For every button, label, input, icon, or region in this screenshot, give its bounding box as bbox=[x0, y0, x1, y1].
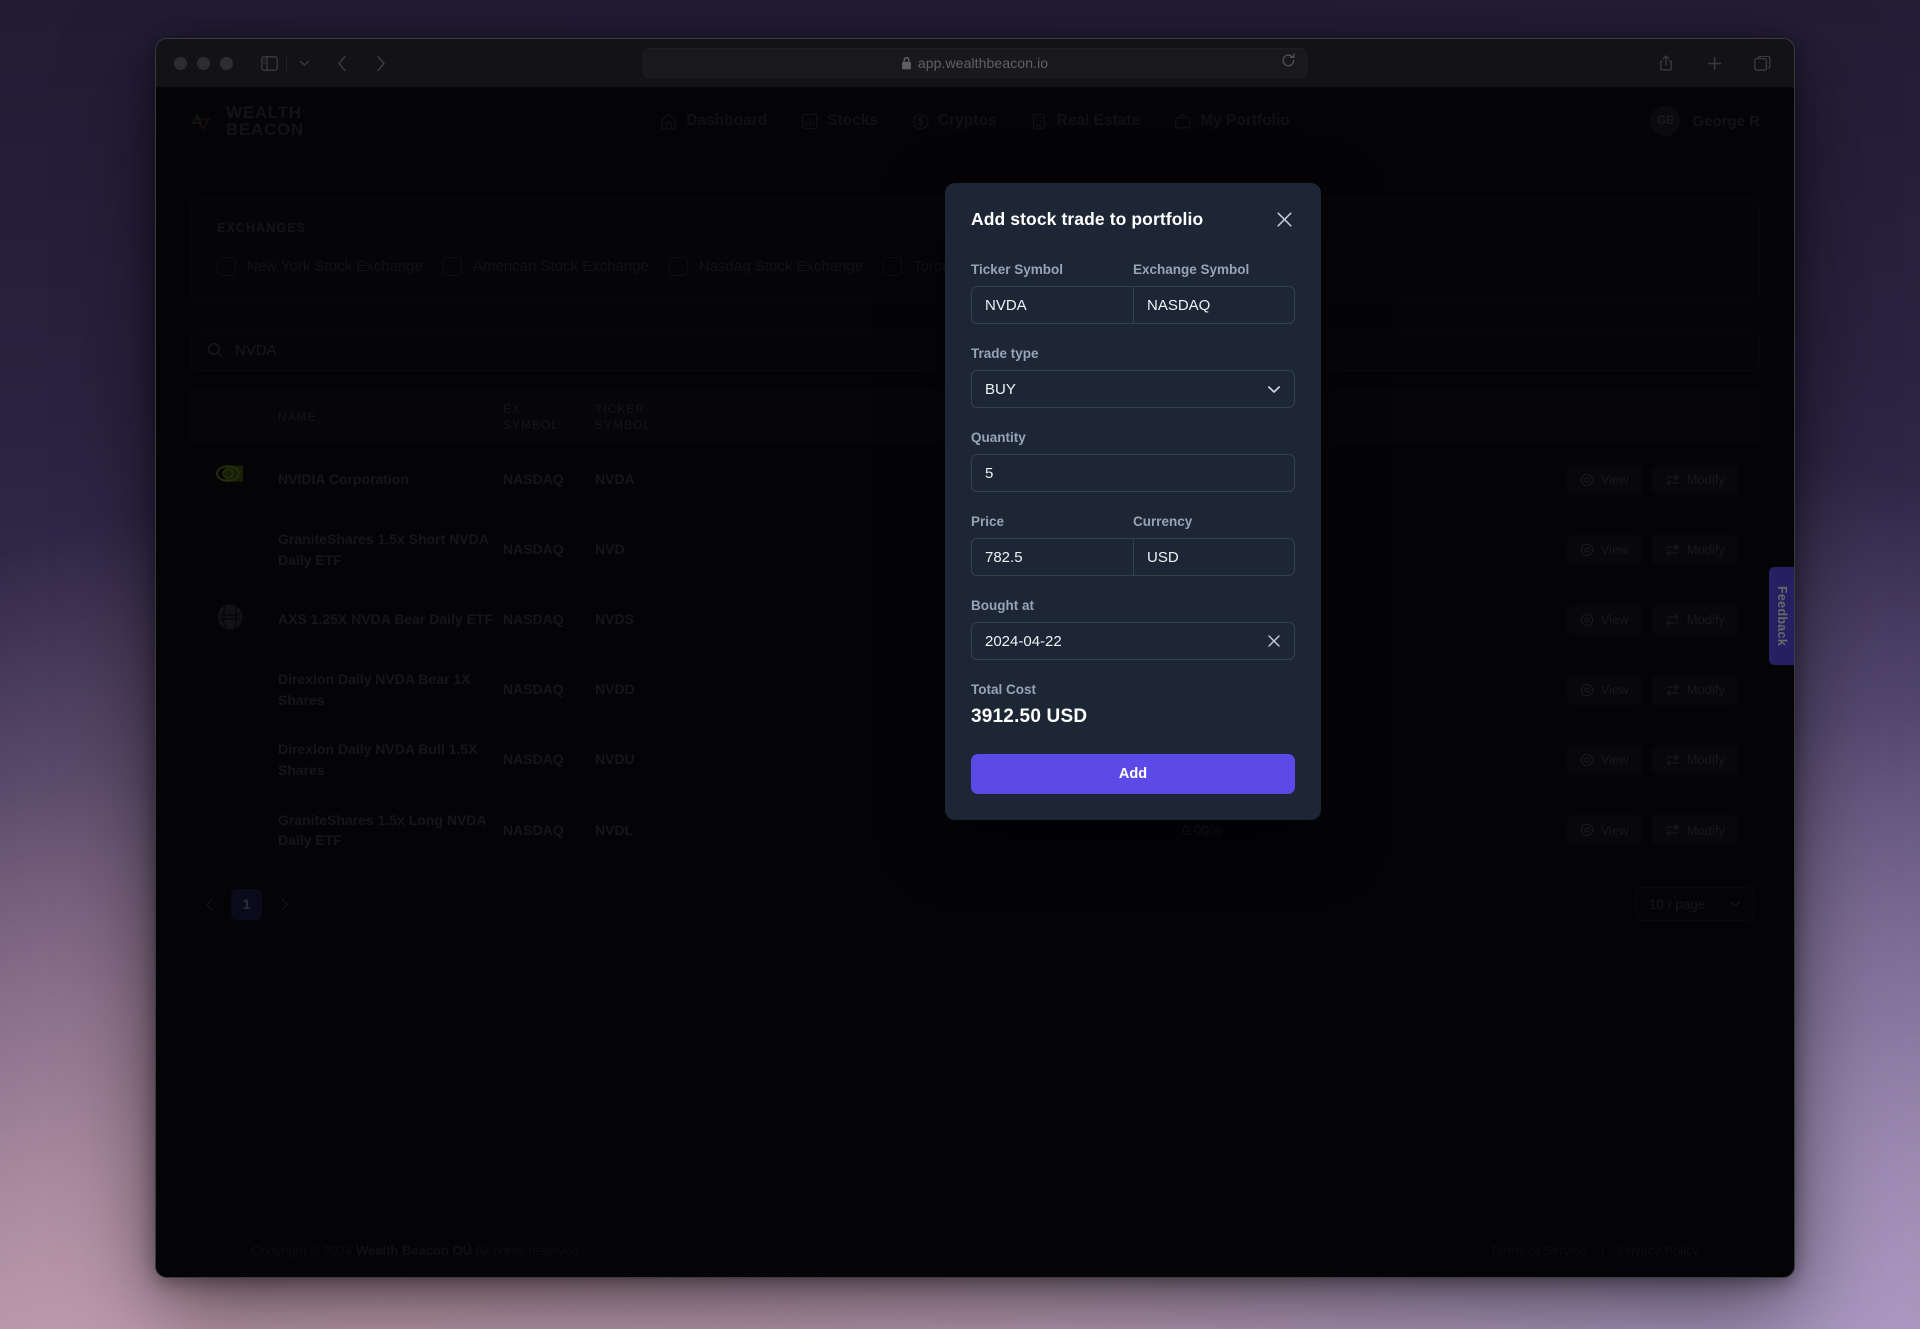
chevron-down-icon bbox=[1267, 385, 1281, 394]
ticker-exchange-inputs: NVDA NASDAQ bbox=[971, 286, 1295, 324]
ticker-exchange-labels: Ticker Symbol Exchange Symbol bbox=[971, 262, 1295, 286]
quantity-group: Quantity 5 bbox=[971, 430, 1295, 492]
price-input[interactable]: 782.5 bbox=[971, 538, 1133, 576]
ticker-exchange-group: Ticker Symbol Exchange Symbol NVDA NASDA… bbox=[971, 262, 1295, 324]
exchange-symbol-input[interactable]: NASDAQ bbox=[1133, 286, 1295, 324]
trade-type-group: Trade type BUY bbox=[971, 346, 1295, 408]
trade-type-label: Trade type bbox=[971, 346, 1039, 361]
add-stock-trade-modal: Add stock trade to portfolio Ticker Symb… bbox=[945, 183, 1321, 820]
add-button[interactable]: Add bbox=[971, 754, 1295, 794]
modal-title: Add stock trade to portfolio bbox=[971, 209, 1204, 229]
ticker-symbol-label: Ticker Symbol bbox=[971, 262, 1064, 277]
currency-label: Currency bbox=[1133, 514, 1193, 529]
trade-type-select[interactable]: BUY bbox=[971, 370, 1295, 408]
exchange-symbol-label: Exchange Symbol bbox=[1133, 262, 1250, 277]
price-currency-labels: Price Currency bbox=[971, 514, 1295, 538]
bought-at-label: Bought at bbox=[971, 598, 1034, 613]
total-cost-value: 3912.50 USD bbox=[971, 706, 1088, 727]
quantity-label: Quantity bbox=[971, 430, 1026, 445]
trade-type-value: BUY bbox=[985, 380, 1016, 398]
total-cost-group: Total Cost 3912.50 USD bbox=[971, 682, 1295, 728]
modal-header: Add stock trade to portfolio bbox=[971, 209, 1295, 230]
price-currency-inputs: 782.5 USD bbox=[971, 538, 1295, 576]
currency-input[interactable]: USD bbox=[1133, 538, 1295, 576]
bought-at-value: 2024-04-22 bbox=[985, 632, 1062, 650]
price-currency-group: Price Currency 782.5 USD bbox=[971, 514, 1295, 576]
close-icon[interactable] bbox=[1274, 209, 1295, 230]
ticker-symbol-input[interactable]: NVDA bbox=[971, 286, 1133, 324]
bought-at-group: Bought at 2024-04-22 bbox=[971, 598, 1295, 660]
bought-at-date-input[interactable]: 2024-04-22 bbox=[971, 622, 1295, 660]
browser-window: app.wealthbeacon.io bbox=[155, 38, 1795, 1278]
clear-date-icon[interactable] bbox=[1267, 634, 1281, 648]
total-cost-label: Total Cost bbox=[971, 682, 1036, 697]
quantity-input[interactable]: 5 bbox=[971, 454, 1295, 492]
price-label: Price bbox=[971, 514, 1005, 529]
desktop-background: app.wealthbeacon.io bbox=[0, 0, 1920, 1329]
